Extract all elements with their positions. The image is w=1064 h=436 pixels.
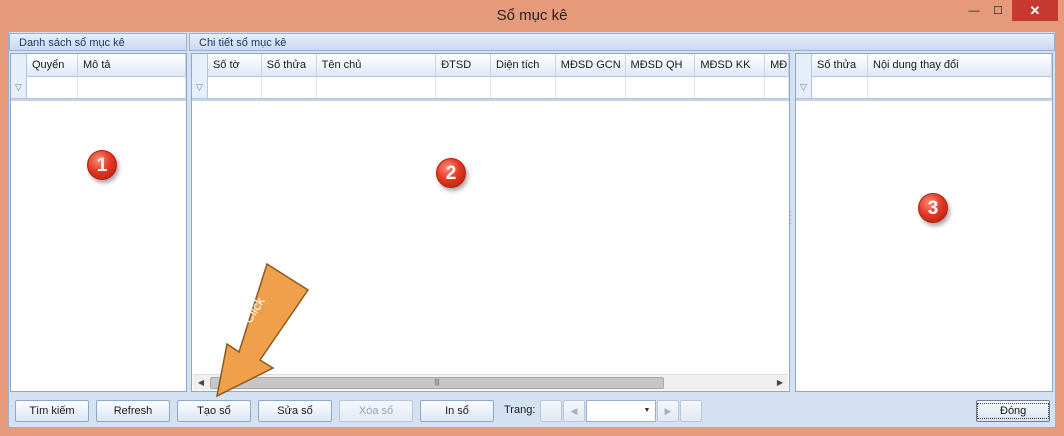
right-grid-body[interactable] — [796, 99, 1052, 391]
close-button-label: Đóng — [977, 403, 1050, 419]
filter-cell-dien-tich[interactable] — [491, 77, 556, 98]
scroll-right-icon[interactable]: ▶ — [772, 375, 788, 391]
filter-cell-noi-dung[interactable] — [868, 77, 1052, 98]
close-button[interactable]: Đóng — [976, 400, 1050, 422]
filter-icon: ▽ — [11, 77, 27, 98]
filter-icon: ▽ — [192, 77, 208, 98]
left-panel-title: Danh sách sổ mục kê — [9, 33, 187, 51]
filter-cell-mdsd-gcn[interactable] — [556, 77, 626, 98]
annotation-badge-3: 3 — [918, 193, 948, 223]
left-grid-body[interactable] — [11, 99, 186, 391]
column-header-dtsd[interactable]: ĐTSD — [436, 54, 491, 77]
column-header-so-thua[interactable]: Số thửa — [812, 54, 868, 77]
filter-cell-so-thua[interactable] — [262, 77, 317, 98]
page-label: Trang: — [504, 404, 536, 416]
left-grid[interactable]: Quyển Mô tả ▽ 1 — [10, 53, 187, 392]
left-grid-header: Quyển Mô tả — [11, 54, 186, 77]
row-indicator-header — [192, 54, 208, 77]
create-book-button[interactable]: Tạo sổ — [177, 400, 251, 422]
column-header-mdsd-qh[interactable]: MĐSD QH — [626, 54, 696, 77]
chevron-down-icon[interactable]: ▼ — [641, 403, 653, 419]
right-grid[interactable]: Số thửa Nội dung thay đổi ▽ 3 — [795, 53, 1053, 392]
search-button[interactable]: Tìm kiếm — [15, 400, 89, 422]
column-header-quyen[interactable]: Quyển — [27, 54, 78, 77]
click-arrow-icon — [215, 262, 310, 398]
filter-cell-mo-ta[interactable] — [78, 77, 186, 98]
splitter-grip[interactable]: · · · · — [789, 208, 793, 234]
filter-icon: ▽ — [796, 77, 812, 98]
right-filter-row[interactable]: ▽ — [796, 77, 1052, 99]
filter-cell-so-thua[interactable] — [812, 77, 868, 98]
column-header-dien-tich[interactable]: Diện tích — [491, 54, 556, 77]
row-indicator-header — [11, 54, 27, 77]
filter-cell-mdsd-kk[interactable] — [695, 77, 766, 98]
filter-cell-so-to[interactable] — [208, 77, 262, 98]
refresh-button[interactable]: Refresh — [96, 400, 170, 422]
column-header-mdsd-gcn[interactable]: MĐSD GCN — [556, 54, 626, 77]
annotation-badge-2: 2 — [436, 158, 466, 188]
minimize-icon[interactable]: — — [962, 0, 986, 21]
middle-filter-row[interactable]: ▽ — [192, 77, 789, 99]
page-select[interactable]: ▼ — [586, 400, 656, 422]
filter-cell-ten-chu[interactable] — [317, 77, 437, 98]
row-indicator-header — [796, 54, 812, 77]
maximize-icon[interactable]: ☐ — [986, 0, 1010, 21]
filter-cell-md[interactable] — [765, 77, 789, 98]
window-title: Sổ mục kê — [496, 7, 568, 24]
column-header-noi-dung-thay-doi[interactable]: Nội dung thay đổi — [868, 54, 1052, 77]
last-page-button[interactable] — [680, 400, 702, 422]
close-icon[interactable]: ✕ — [1012, 0, 1058, 21]
print-book-button[interactable]: In sổ — [420, 400, 494, 422]
filter-cell-quyen[interactable] — [27, 77, 78, 98]
column-header-so-to[interactable]: Số tờ — [208, 54, 262, 77]
delete-book-button[interactable]: Xóa sổ — [339, 400, 413, 422]
column-header-so-thua[interactable]: Số thửa — [262, 54, 317, 77]
middle-grid-header: Số tờ Số thửa Tên chủ ĐTSD Diện tích MĐS… — [192, 54, 789, 77]
column-header-mo-ta[interactable]: Mô tả — [78, 54, 186, 77]
column-header-mdsd-kk[interactable]: MĐSD KK — [695, 54, 766, 77]
right-grid-header: Số thửa Nội dung thay đổi — [796, 54, 1052, 77]
edit-book-button[interactable]: Sửa sổ — [258, 400, 332, 422]
annotation-badge-1: 1 — [87, 150, 117, 180]
first-page-button[interactable] — [540, 400, 562, 422]
client-area: Danh sách sổ mục kê Quyển Mô tả ▽ 1 Chi … — [8, 31, 1056, 428]
left-filter-row[interactable]: ▽ — [11, 77, 186, 99]
next-page-icon[interactable]: ▶ — [657, 400, 679, 422]
filter-cell-mdsd-qh[interactable] — [626, 77, 696, 98]
middle-panel-title: Chi tiết sổ mục kê — [189, 33, 1055, 51]
arrow-shape — [215, 262, 310, 398]
prev-page-icon[interactable]: ◀ — [563, 400, 585, 422]
column-header-ten-chu[interactable]: Tên chủ — [317, 54, 437, 77]
column-header-md-truncated[interactable]: MĐ — [765, 54, 789, 77]
title-bar[interactable]: Sổ mục kê — ☐ ✕ — [0, 0, 1064, 31]
filter-cell-dtsd[interactable] — [436, 77, 491, 98]
